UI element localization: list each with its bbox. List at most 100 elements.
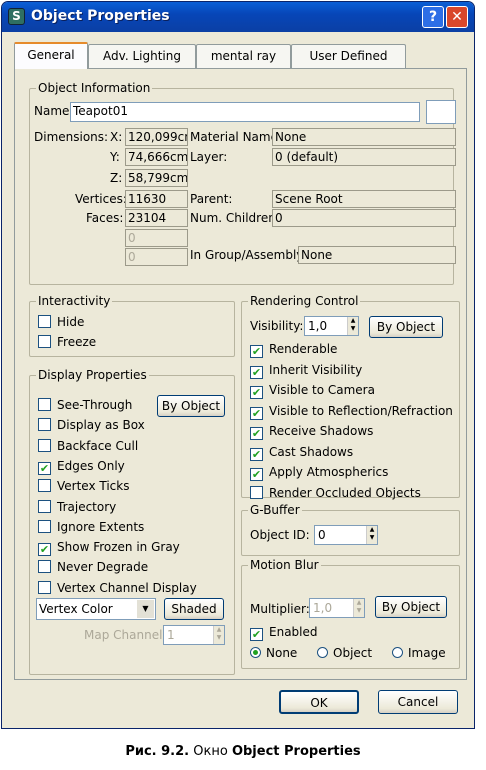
enabled-checkbox[interactable]: ✔ Enabled bbox=[250, 625, 318, 641]
display-option-checkbox[interactable]: ✔ Edges Only bbox=[38, 459, 125, 475]
display-option-checkbox-box bbox=[38, 438, 51, 452]
x-label: X: bbox=[110, 130, 123, 144]
tab-mental-ray[interactable]: mental ray bbox=[196, 44, 291, 68]
display-option-checkbox-box bbox=[38, 479, 51, 493]
rendering-option-checkbox[interactable]: ✔ Visible to Camera bbox=[250, 383, 375, 399]
spinner-arrows-icon[interactable]: ▲ ▼ bbox=[347, 317, 358, 335]
parent-label: Parent: bbox=[190, 192, 233, 206]
name-field[interactable]: Teapot01 bbox=[70, 102, 420, 122]
rendering-control-group: Rendering Control Visibility: 1,0 ▲ ▼ By O… bbox=[241, 294, 460, 500]
rendering-option-checkbox[interactable]: ✔ Renderable bbox=[250, 342, 337, 358]
radio-none[interactable]: None bbox=[250, 646, 297, 660]
display-option-label: Backface Cull bbox=[57, 438, 139, 453]
display-option-checkbox[interactable]: Display as Box bbox=[38, 418, 145, 432]
in-group-label: In Group/Assembly: bbox=[190, 248, 307, 262]
rendering-option-checkbox[interactable]: ✔ Receive Shadows bbox=[250, 424, 373, 440]
enabled-checkbox-box: ✔ bbox=[250, 628, 263, 641]
title-bar[interactable]: S Object Properties ? ✕ bbox=[2, 2, 474, 32]
rendering-by-object-button[interactable]: By Object bbox=[369, 316, 443, 338]
help-button[interactable]: ? bbox=[422, 6, 444, 28]
vertices-value: 11630 bbox=[125, 190, 188, 208]
caption-text: Окно bbox=[193, 744, 228, 759]
multiplier-label: Multiplier: bbox=[250, 602, 310, 616]
rendering-option-checkbox[interactable]: ✔ Apply Atmospherics bbox=[250, 465, 388, 481]
display-option-checkbox[interactable]: Backface Cull bbox=[38, 438, 139, 453]
z-dimension-value: 58,799cm bbox=[125, 169, 188, 187]
map-channel-spinner[interactable]: 1 ▲ ▼ bbox=[163, 625, 225, 645]
display-option-checkbox-box bbox=[38, 519, 51, 533]
display-option-checkbox[interactable]: Vertex Ticks bbox=[38, 479, 129, 493]
map-channel-value: 1 bbox=[167, 628, 175, 642]
object-id-spinner[interactable]: 0 ▲ ▼ bbox=[314, 525, 378, 545]
ok-button[interactable]: OK bbox=[279, 690, 359, 714]
rendering-option-checkbox-box: ✔ bbox=[250, 406, 263, 420]
display-option-label: Vertex Ticks bbox=[57, 479, 130, 494]
object-information-title: Object Information bbox=[36, 81, 153, 95]
freeze-checkbox[interactable]: Freeze bbox=[38, 335, 96, 349]
display-option-checkbox-box bbox=[38, 499, 51, 513]
rendering-option-label: Apply Atmospherics bbox=[269, 465, 389, 479]
rendering-option-checkbox-box: ✔ bbox=[250, 447, 263, 461]
spinner-arrows-icon[interactable]: ▲ ▼ bbox=[353, 599, 364, 617]
rendering-option-checkbox[interactable]: ✔ Visible to Reflection/Refraction bbox=[250, 404, 453, 420]
spinner-arrows-icon[interactable]: ▲ ▼ bbox=[213, 626, 224, 644]
motion-blur-title: Motion Blur bbox=[248, 558, 321, 572]
chevron-down-icon[interactable]: ▼ bbox=[137, 600, 154, 618]
num-children-label: Num. Children: bbox=[190, 211, 280, 225]
radio-image[interactable]: Image bbox=[392, 646, 446, 660]
cancel-button[interactable]: Cancel bbox=[378, 690, 458, 714]
rendering-option-checkbox[interactable]: ✔ Cast Shadows bbox=[250, 445, 353, 461]
display-option-checkbox-box bbox=[38, 418, 51, 432]
tab-general[interactable]: General bbox=[14, 42, 88, 69]
radio-object[interactable]: Object bbox=[317, 646, 372, 660]
parent-value: Scene Root bbox=[272, 190, 456, 208]
dimensions-label: Dimensions: bbox=[34, 130, 109, 144]
window-title: Object Properties bbox=[31, 8, 170, 24]
rendering-control-title: Rendering Control bbox=[248, 294, 361, 308]
vertices-label: Vertices: bbox=[75, 192, 127, 206]
spinner-arrows-icon[interactable]: ▲ ▼ bbox=[366, 526, 377, 544]
display-option-checkbox[interactable]: Trajectory bbox=[38, 499, 117, 514]
close-button[interactable]: ✕ bbox=[446, 6, 468, 28]
rendering-option-label: Cast Shadows bbox=[269, 444, 354, 459]
tab-user-defined[interactable]: User Defined bbox=[291, 44, 406, 68]
display-option-label: Display as Box bbox=[57, 418, 145, 433]
display-option-checkbox[interactable]: See-Through bbox=[38, 398, 132, 412]
display-option-checkbox[interactable]: Vertex Channel Display bbox=[38, 580, 197, 595]
display-option-checkbox[interactable]: Never Degrade bbox=[38, 560, 148, 574]
color-swatch[interactable] bbox=[426, 100, 456, 124]
y-label: Y: bbox=[110, 150, 120, 164]
map-channel-label: Map Channel: bbox=[84, 628, 167, 642]
radio-none-dot bbox=[250, 647, 261, 658]
object-id-label: Object ID: bbox=[250, 528, 310, 542]
vertex-color-dropdown[interactable]: Vertex Color ▼ bbox=[36, 598, 156, 620]
freeze-checkbox-box bbox=[38, 335, 51, 348]
multiplier-spinner[interactable]: 1,0 ▲ ▼ bbox=[309, 598, 365, 618]
motion-blur-by-object-button[interactable]: By Object bbox=[375, 596, 447, 618]
display-option-checkbox[interactable]: ✔ Show Frozen in Gray bbox=[38, 540, 180, 557]
name-label: Name: bbox=[34, 104, 74, 118]
display-option-label: Trajectory bbox=[57, 499, 117, 514]
shaded-button[interactable]: Shaded bbox=[164, 598, 224, 620]
display-properties-title: Display Properties bbox=[36, 368, 149, 382]
visibility-spinner[interactable]: 1,0 ▲ ▼ bbox=[304, 316, 359, 336]
display-by-object-button[interactable]: By Object bbox=[157, 395, 225, 417]
enabled-label: Enabled bbox=[269, 625, 318, 639]
display-option-checkbox-box: ✔ bbox=[38, 461, 51, 475]
object-properties-window: S Object Properties ? ✕ General Adv. Lig… bbox=[1, 1, 475, 729]
display-option-checkbox[interactable]: Ignore Extents bbox=[38, 519, 145, 534]
rendering-option-label: Render Occluded Objects bbox=[269, 485, 421, 500]
display-option-label: Edges Only bbox=[57, 458, 125, 473]
rendering-option-checkbox[interactable]: ✔ Inherit Visibility bbox=[250, 363, 362, 379]
rendering-option-checkbox-box: ✔ bbox=[250, 365, 263, 379]
hide-checkbox[interactable]: Hide bbox=[38, 315, 84, 329]
figure-caption: Рис. 9.2. Окно Object Properties bbox=[0, 744, 486, 759]
rendering-option-checkbox[interactable]: Render Occluded Objects bbox=[250, 485, 421, 500]
z-label: Z: bbox=[110, 171, 123, 185]
rendering-option-checkbox-box bbox=[250, 485, 263, 499]
rendering-option-checkbox-box: ✔ bbox=[250, 468, 263, 481]
display-option-checkbox-box bbox=[38, 398, 51, 411]
tab-adv-lighting[interactable]: Adv. Lighting bbox=[88, 44, 196, 68]
display-option-label: Ignore Extents bbox=[57, 519, 145, 534]
display-option-checkbox-box bbox=[38, 560, 51, 574]
